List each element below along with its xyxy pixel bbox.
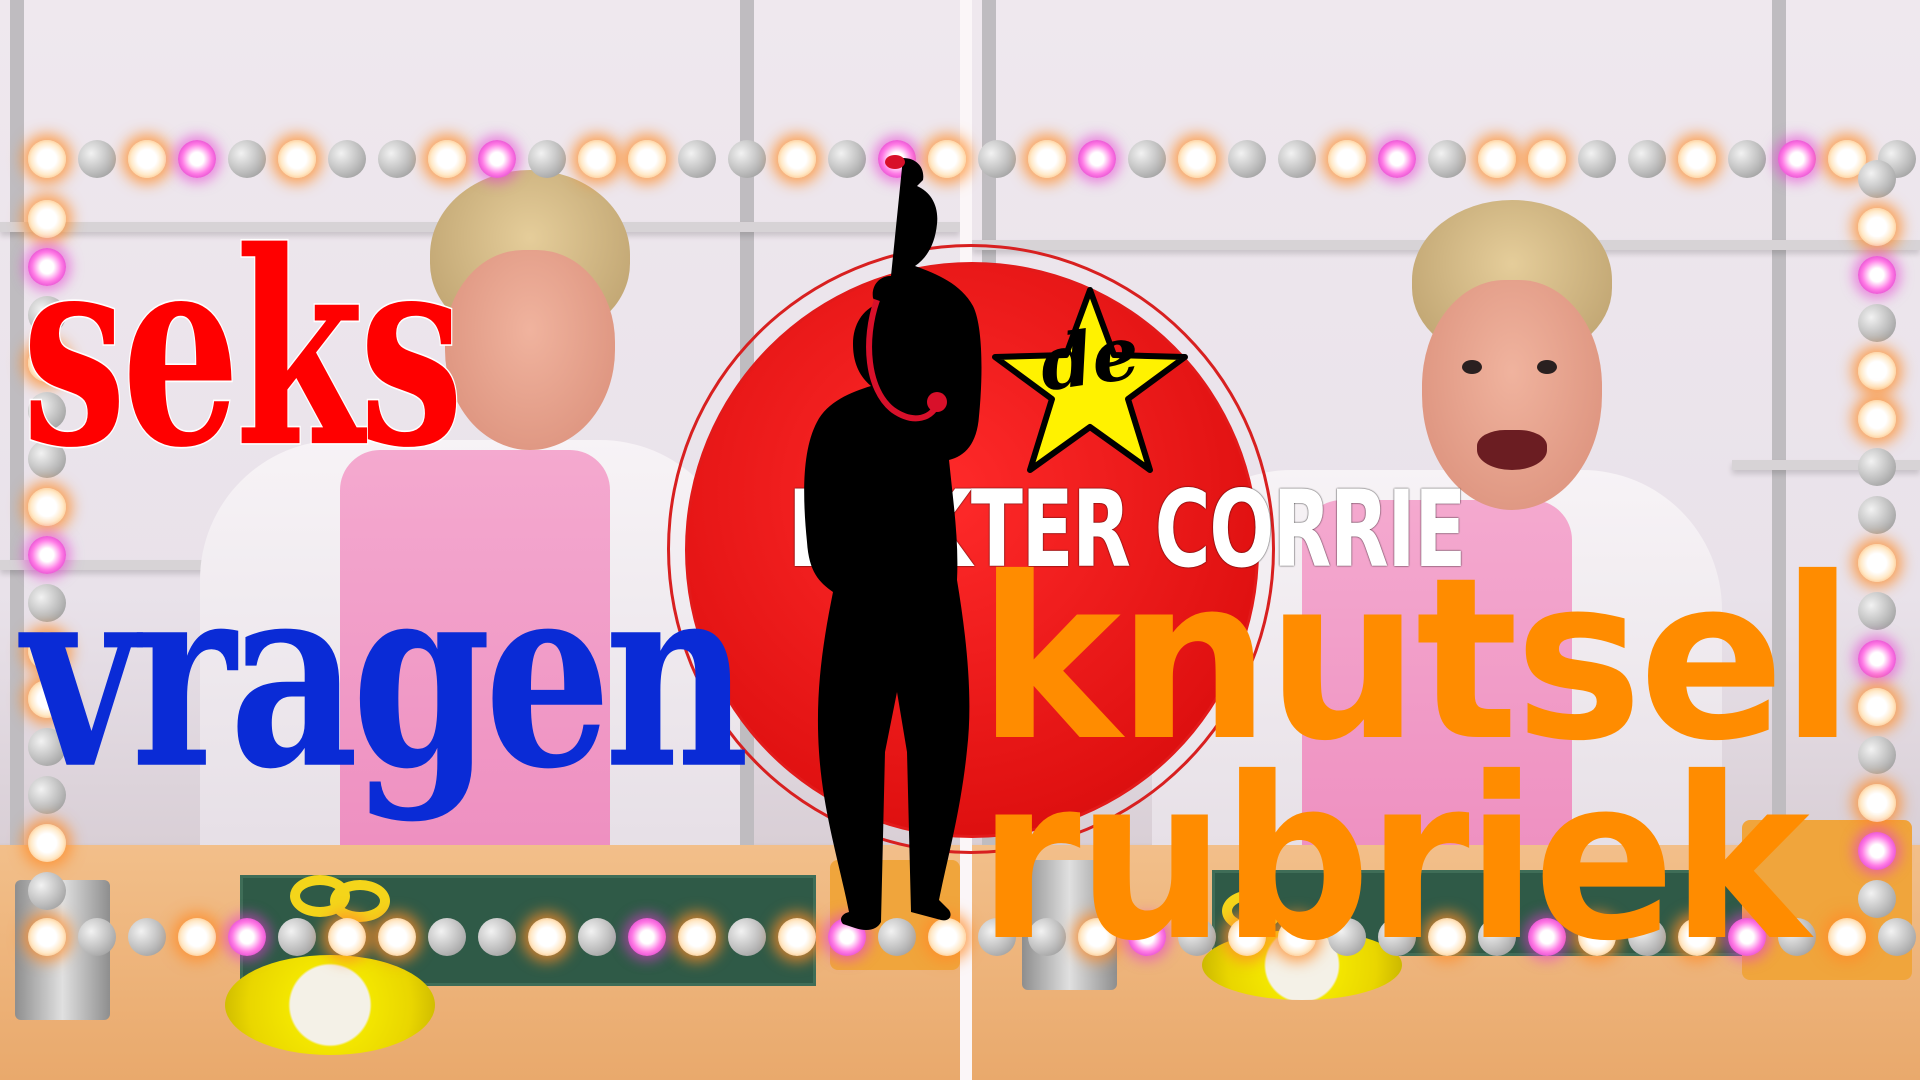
light-bulb <box>28 140 66 178</box>
light-bulb <box>378 918 416 956</box>
eye <box>1537 360 1557 374</box>
light-bulb <box>1078 140 1116 178</box>
light-bulb <box>278 140 316 178</box>
light-bulb <box>1778 140 1816 178</box>
light-bulb <box>78 918 116 956</box>
light-bulb <box>78 140 116 178</box>
light-bulb <box>478 140 516 178</box>
headline-vragen: vragen <box>22 524 749 826</box>
light-bulb <box>478 918 516 956</box>
light-bulb <box>1858 832 1896 870</box>
light-bulb <box>1278 140 1316 178</box>
light-bulb <box>428 918 466 956</box>
light-bulb <box>1858 544 1896 582</box>
light-bulb <box>1878 918 1916 956</box>
light-bulb <box>1858 784 1896 822</box>
headline-rubriek: rubriek <box>978 729 1810 990</box>
light-bulb <box>1378 140 1416 178</box>
light-bulb <box>1858 736 1896 774</box>
mouth <box>1477 430 1547 470</box>
light-bulb <box>1858 448 1896 486</box>
light-bulb <box>428 140 466 178</box>
light-bulb <box>578 140 616 178</box>
light-bulb <box>1858 640 1896 678</box>
light-bulb <box>1128 140 1166 178</box>
light-bulb <box>728 918 766 956</box>
logo-star-label: de <box>1034 309 1145 409</box>
scissors <box>330 880 390 922</box>
light-bulb <box>1858 304 1896 342</box>
light-bulb <box>1858 352 1896 390</box>
light-bulb <box>178 140 216 178</box>
light-bulb <box>578 918 616 956</box>
light-bulb <box>28 824 66 862</box>
light-bulb <box>28 872 66 910</box>
light-bulb <box>678 918 716 956</box>
light-bulb <box>628 918 666 956</box>
light-bulb <box>1858 400 1896 438</box>
light-bulb <box>1428 140 1466 178</box>
light-bulb <box>1858 496 1896 534</box>
light-bulb <box>1858 688 1896 726</box>
light-bulb <box>178 918 216 956</box>
light-bulb <box>378 140 416 178</box>
light-bulb <box>1858 208 1896 246</box>
light-bulb <box>328 918 366 956</box>
light-bulb <box>128 918 166 956</box>
light-bulb <box>1728 140 1766 178</box>
light-bulb <box>1628 140 1666 178</box>
headline-seks: seks <box>21 194 465 507</box>
light-bulb <box>1328 140 1366 178</box>
light-bulb <box>728 140 766 178</box>
light-bulb <box>1228 140 1266 178</box>
light-bulb <box>1858 880 1896 918</box>
light-bulb <box>1678 140 1716 178</box>
light-bulb <box>678 140 716 178</box>
light-bulb <box>1858 256 1896 294</box>
light-bulb <box>628 140 666 178</box>
light-bulb <box>1578 140 1616 178</box>
light-bulb <box>228 140 266 178</box>
light-bulb <box>1858 592 1896 630</box>
light-bulb <box>228 918 266 956</box>
light-bulb <box>528 918 566 956</box>
light-bulb <box>1828 918 1866 956</box>
light-bulb <box>1528 140 1566 178</box>
light-bulb <box>1178 140 1216 178</box>
light-bulb <box>278 918 316 956</box>
light-bulb <box>1478 140 1516 178</box>
face <box>445 250 615 450</box>
light-bulb <box>328 140 366 178</box>
light-bulb <box>1858 160 1896 198</box>
eye <box>1462 360 1482 374</box>
light-bulb <box>528 140 566 178</box>
light-bulb <box>28 918 66 956</box>
light-bulb <box>128 140 166 178</box>
